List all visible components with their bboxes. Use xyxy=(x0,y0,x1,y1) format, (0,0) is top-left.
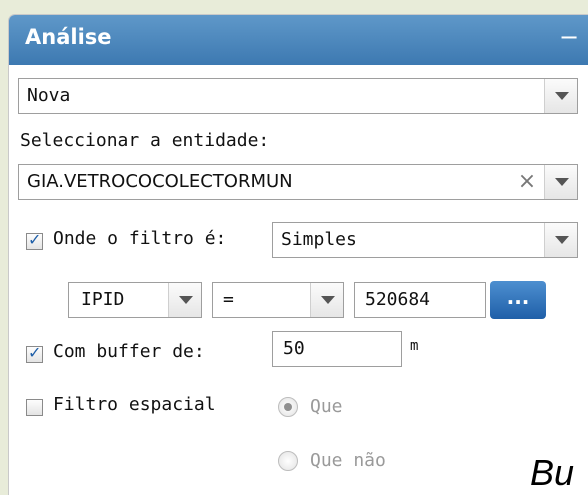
entity-select[interactable]: GIA.VETROCOCOLECTORMUN × xyxy=(18,164,578,200)
panel-title: Análise xyxy=(25,25,112,49)
filter-type-value: Simples xyxy=(281,229,357,250)
radio-que-nao[interactable] xyxy=(278,451,298,471)
field-select[interactable]: IPID xyxy=(68,282,202,318)
field-select-value: IPID xyxy=(81,289,125,310)
radio-que-label: Que xyxy=(310,396,343,417)
chevron-down-icon[interactable] xyxy=(544,79,577,113)
spatial-filter-label: Filtro espacial xyxy=(53,394,216,415)
chevron-down-icon[interactable] xyxy=(544,165,577,199)
more-options-button[interactable]: ... xyxy=(490,281,546,319)
entity-label: Seleccionar a entidade: xyxy=(20,130,270,151)
filter-label: Onde o filtro é: xyxy=(53,228,227,249)
operator-select[interactable]: = xyxy=(212,282,344,318)
mode-select-value: Nova xyxy=(27,85,71,106)
buffer-label: Com buffer de: xyxy=(53,341,205,362)
chevron-down-icon[interactable] xyxy=(544,223,577,257)
buffer-checkbox[interactable] xyxy=(26,343,43,363)
chevron-down-icon[interactable] xyxy=(168,283,201,317)
operator-select-value: = xyxy=(223,289,234,310)
radio-que[interactable] xyxy=(278,397,298,417)
buffer-distance-input[interactable]: 50 xyxy=(272,331,402,367)
entity-select-value: GIA.VETROCOCOLECTORMUN xyxy=(27,171,293,192)
filter-checkbox[interactable] xyxy=(26,230,43,250)
buffer-unit: m xyxy=(410,338,419,354)
mode-select[interactable]: Nova xyxy=(18,78,578,114)
spatial-filter-checkbox[interactable] xyxy=(26,399,43,416)
clear-icon[interactable]: × xyxy=(510,165,544,199)
chevron-down-icon[interactable] xyxy=(310,283,343,317)
filter-value-input[interactable]: 520684 xyxy=(354,282,486,318)
filter-type-select[interactable]: Simples xyxy=(272,222,578,258)
collapse-icon[interactable]: − xyxy=(559,25,579,49)
stray-text: Bu xyxy=(530,452,575,493)
radio-que-nao-label: Que não xyxy=(310,450,386,471)
panel-header[interactable]: Análise − xyxy=(9,15,588,65)
